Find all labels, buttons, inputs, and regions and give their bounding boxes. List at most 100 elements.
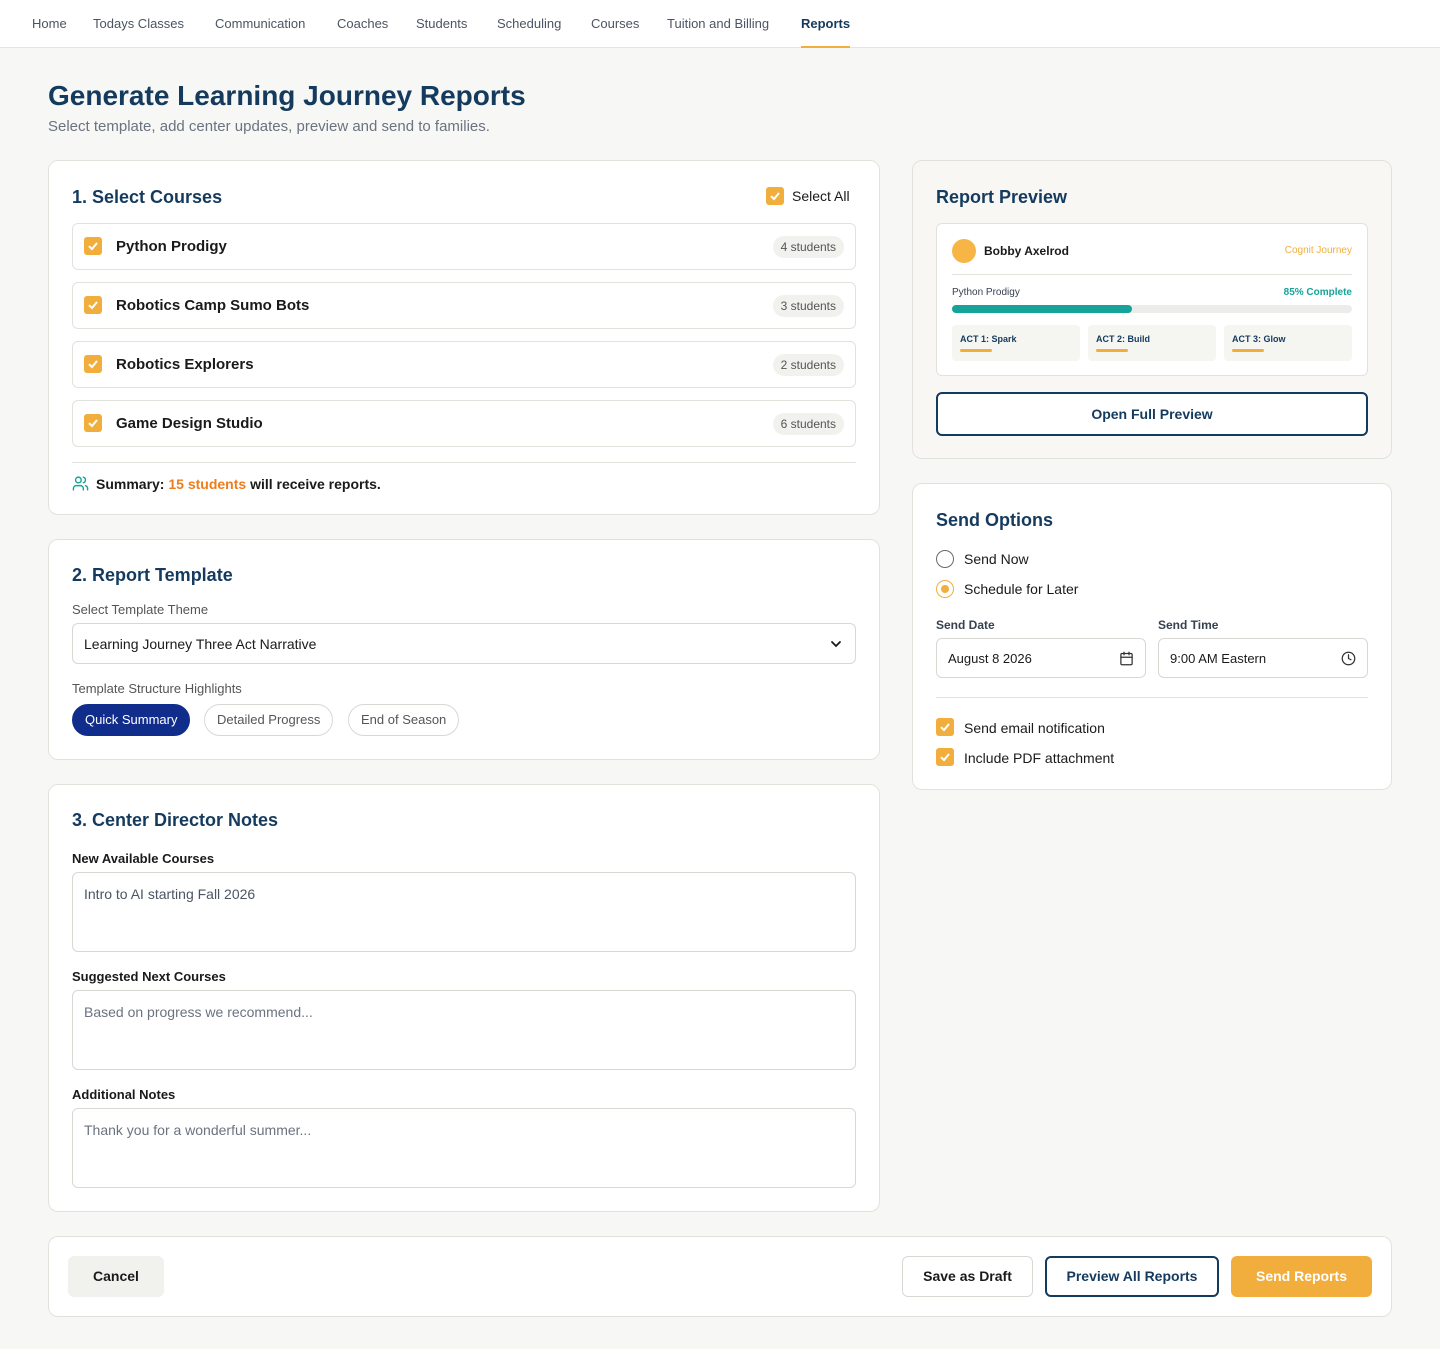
new-courses-label: New Available Courses <box>72 851 215 866</box>
send-time-value: 9:00 AM Eastern <box>1170 651 1267 666</box>
report-template-title: 2. Report Template <box>72 565 233 585</box>
check-icon <box>770 192 780 201</box>
act-card: ACT 2: Build <box>1088 325 1216 361</box>
action-bar: Cancel Save as Draft Preview All Reports… <box>48 1236 1392 1317</box>
student-count-badge: 6 students <box>772 413 844 435</box>
pdf-attachment-label[interactable]: Include PDF attachment <box>964 750 1114 766</box>
calendar-icon <box>1119 651 1134 671</box>
course-checkbox[interactable] <box>84 414 102 432</box>
check-icon <box>88 360 98 369</box>
pdf-attachment-checkbox[interactable] <box>936 748 954 766</box>
new-courses-textarea[interactable]: Intro to AI starting Fall 2026 <box>72 872 856 952</box>
send-time-input[interactable]: 9:00 AM Eastern <box>1158 638 1368 678</box>
act-label: ACT 3: Glow <box>1232 334 1286 344</box>
page-title: Generate Learning Journey Reports <box>48 80 526 111</box>
course-row[interactable]: Game Design Studio 6 students <box>72 400 856 447</box>
nav-item-communication[interactable]: Communication <box>215 0 305 48</box>
progress-fill <box>952 305 1132 313</box>
save-draft-button[interactable]: Save as Draft <box>902 1256 1033 1297</box>
nav-item-coaches[interactable]: Coaches <box>337 0 388 48</box>
new-courses-value: Intro to AI starting Fall 2026 <box>84 886 256 902</box>
preview-course: Python Prodigy <box>952 287 1020 298</box>
send-options-card: Send Options Send Now Schedule for Later… <box>912 483 1392 790</box>
chip-end-of-season[interactable]: End of Season <box>348 704 460 736</box>
suggested-courses-label: Suggested Next Courses <box>72 969 226 984</box>
template-theme-select[interactable]: Learning Journey Three Act Narrative <box>72 623 856 664</box>
email-notification-label[interactable]: Send email notification <box>964 720 1105 736</box>
nav-item-students[interactable]: Students <box>416 0 467 48</box>
check-icon <box>940 723 950 732</box>
summary-prefix: Summary: <box>96 476 165 492</box>
summary-count: 15 students <box>168 476 247 492</box>
top-nav: Home Todays Classes Communication Coache… <box>0 0 1440 48</box>
select-courses-card: 1. Select Courses Select All Python Prod… <box>48 160 880 515</box>
divider <box>936 697 1368 698</box>
schedule-later-label[interactable]: Schedule for Later <box>964 581 1078 597</box>
chevron-down-icon <box>829 637 843 656</box>
nav-item-scheduling[interactable]: Scheduling <box>497 0 561 48</box>
report-template-card: 2. Report Template Select Template Theme… <box>48 539 880 760</box>
send-reports-button[interactable]: Send Reports <box>1231 1256 1372 1297</box>
send-now-label[interactable]: Send Now <box>964 551 1029 567</box>
summary-text: Summary: 15 students will receive report… <box>96 476 381 492</box>
student-count-badge: 3 students <box>772 295 844 317</box>
cancel-button[interactable]: Cancel <box>68 1256 164 1297</box>
suggested-courses-placeholder: Based on progress we recommend... <box>84 1004 313 1020</box>
send-now-radio[interactable] <box>936 550 954 568</box>
preview-all-reports-button[interactable]: Preview All Reports <box>1045 1256 1219 1297</box>
nav-item-todays-classes[interactable]: Todays Classes <box>93 0 184 48</box>
report-preview-card: Report Preview Bobby Axelrod Cognit Jour… <box>912 160 1392 459</box>
users-icon <box>72 475 89 497</box>
additional-notes-label: Additional Notes <box>72 1087 176 1102</box>
template-structure-label: Template Structure Highlights <box>72 681 242 696</box>
course-name: Robotics Camp Sumo Bots <box>116 297 310 314</box>
chip-quick-summary[interactable]: Quick Summary <box>72 704 191 736</box>
course-row[interactable]: Robotics Camp Sumo Bots 3 students <box>72 282 856 329</box>
template-theme-label: Select Template Theme <box>72 602 209 617</box>
check-icon <box>88 242 98 251</box>
check-icon <box>88 301 98 310</box>
select-all-checkbox[interactable] <box>766 187 784 205</box>
send-time-label: Send Time <box>1158 618 1219 632</box>
suggested-courses-textarea[interactable]: Based on progress we recommend... <box>72 990 856 1070</box>
report-preview-title: Report Preview <box>936 187 1068 207</box>
student-count-badge: 2 students <box>772 354 844 376</box>
act-underline <box>960 349 992 352</box>
send-options-title: Send Options <box>936 510 1053 530</box>
check-icon <box>940 753 950 762</box>
select-all-label[interactable]: Select All <box>792 188 850 204</box>
act-underline <box>1096 349 1128 352</box>
summary-suffix: will receive reports. <box>250 476 381 492</box>
schedule-later-radio[interactable] <box>936 580 954 598</box>
act-card: ACT 1: Spark <box>952 325 1080 361</box>
nav-item-home[interactable]: Home <box>32 0 67 48</box>
additional-notes-placeholder: Thank you for a wonderful summer... <box>84 1122 312 1138</box>
template-theme-value: Learning Journey Three Act Narrative <box>84 636 317 652</box>
nav-item-tuition-billing[interactable]: Tuition and Billing <box>667 0 769 48</box>
divider <box>952 274 1352 275</box>
open-full-preview-button[interactable]: Open Full Preview <box>936 392 1368 436</box>
page-subtitle: Select template, add center updates, pre… <box>48 118 490 135</box>
email-notification-checkbox[interactable] <box>936 718 954 736</box>
course-checkbox[interactable] <box>84 296 102 314</box>
nav-item-courses[interactable]: Courses <box>591 0 639 48</box>
send-date-input[interactable]: August 8 2026 <box>936 638 1146 678</box>
course-name: Python Prodigy <box>116 238 227 255</box>
course-name: Game Design Studio <box>116 415 263 432</box>
nav-item-reports[interactable]: Reports <box>801 0 851 48</box>
preview-student-name: Bobby Axelrod <box>984 244 1069 258</box>
act-label: ACT 2: Build <box>1096 334 1150 344</box>
act-card: ACT 3: Glow <box>1224 325 1352 361</box>
course-checkbox[interactable] <box>84 355 102 373</box>
director-notes-title: 3. Center Director Notes <box>72 810 279 830</box>
additional-notes-textarea[interactable]: Thank you for a wonderful summer... <box>72 1108 856 1188</box>
send-date-value: August 8 2026 <box>948 651 1032 666</box>
course-row[interactable]: Robotics Explorers 2 students <box>72 341 856 388</box>
chip-detailed-progress[interactable]: Detailed Progress <box>204 704 334 736</box>
director-notes-card: 3. Center Director Notes New Available C… <box>48 784 880 1212</box>
student-count-badge: 4 students <box>772 236 844 258</box>
check-icon <box>88 419 98 428</box>
course-row[interactable]: Python Prodigy 4 students <box>72 223 856 270</box>
course-checkbox[interactable] <box>84 237 102 255</box>
act-label: ACT 1: Spark <box>960 334 1017 344</box>
